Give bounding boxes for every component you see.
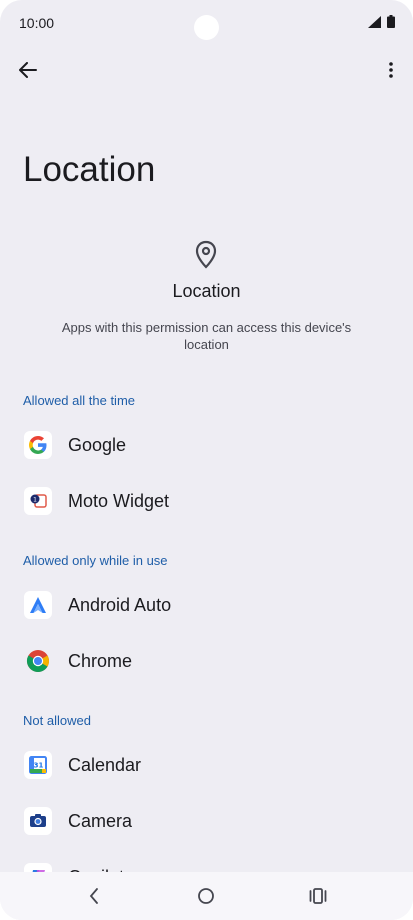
nav-back-button[interactable] bbox=[82, 884, 106, 908]
nav-home-icon bbox=[198, 888, 214, 904]
nav-back-icon bbox=[89, 888, 98, 904]
navigation-bar bbox=[0, 872, 413, 920]
app-row-chrome[interactable]: Chrome bbox=[0, 635, 413, 687]
phone-screen: 10:00 Location Location Apps with this p… bbox=[0, 0, 413, 920]
camera-icon bbox=[24, 807, 52, 835]
app-row-calendar[interactable]: 31 Calendar bbox=[0, 739, 413, 791]
section-allowed-in-use: Allowed only while in use bbox=[23, 553, 168, 568]
app-row-camera[interactable]: Camera bbox=[0, 795, 413, 847]
android-auto-icon bbox=[24, 591, 52, 619]
arrow-back-icon bbox=[19, 62, 37, 78]
google-icon bbox=[24, 431, 52, 459]
calendar-icon: 31 bbox=[24, 751, 52, 779]
app-row-android-auto[interactable]: Android Auto bbox=[0, 579, 413, 631]
nav-home-button[interactable] bbox=[194, 884, 218, 908]
page-title: Location bbox=[23, 150, 156, 189]
section-allowed-all-time: Allowed all the time bbox=[23, 393, 135, 408]
signal-icon bbox=[368, 15, 381, 28]
svg-text:31: 31 bbox=[34, 762, 44, 770]
status-bar: 10:00 bbox=[0, 0, 413, 44]
front-camera bbox=[194, 15, 219, 40]
section-not-allowed: Not allowed bbox=[23, 713, 91, 728]
location-pin-icon bbox=[195, 240, 217, 269]
nav-recents-icon bbox=[309, 888, 327, 904]
app-row-moto-widget[interactable]: 1 Moto Widget bbox=[0, 475, 413, 527]
more-options-button[interactable] bbox=[379, 56, 403, 84]
battery-icon bbox=[387, 15, 395, 28]
moto-widget-icon: 1 bbox=[24, 487, 52, 515]
nav-recents-button[interactable] bbox=[306, 884, 330, 908]
chrome-icon bbox=[24, 647, 52, 675]
app-label: Android Auto bbox=[68, 594, 172, 615]
app-label: Calendar bbox=[68, 754, 142, 775]
top-app-bar bbox=[0, 50, 413, 90]
svg-text:1: 1 bbox=[33, 497, 37, 504]
back-button[interactable] bbox=[14, 56, 42, 84]
status-time: 10:00 bbox=[19, 15, 55, 31]
app-label: Google bbox=[68, 434, 127, 455]
more-vert-icon bbox=[389, 62, 393, 78]
app-label: Moto Widget bbox=[68, 490, 170, 511]
status-icons bbox=[368, 15, 395, 28]
app-label: Chrome bbox=[68, 650, 133, 671]
permission-description: Apps with this permission can access thi… bbox=[61, 320, 352, 352]
app-row-google[interactable]: Google bbox=[0, 419, 413, 471]
app-label: Camera bbox=[68, 810, 133, 831]
permission-title: Location bbox=[172, 281, 241, 301]
